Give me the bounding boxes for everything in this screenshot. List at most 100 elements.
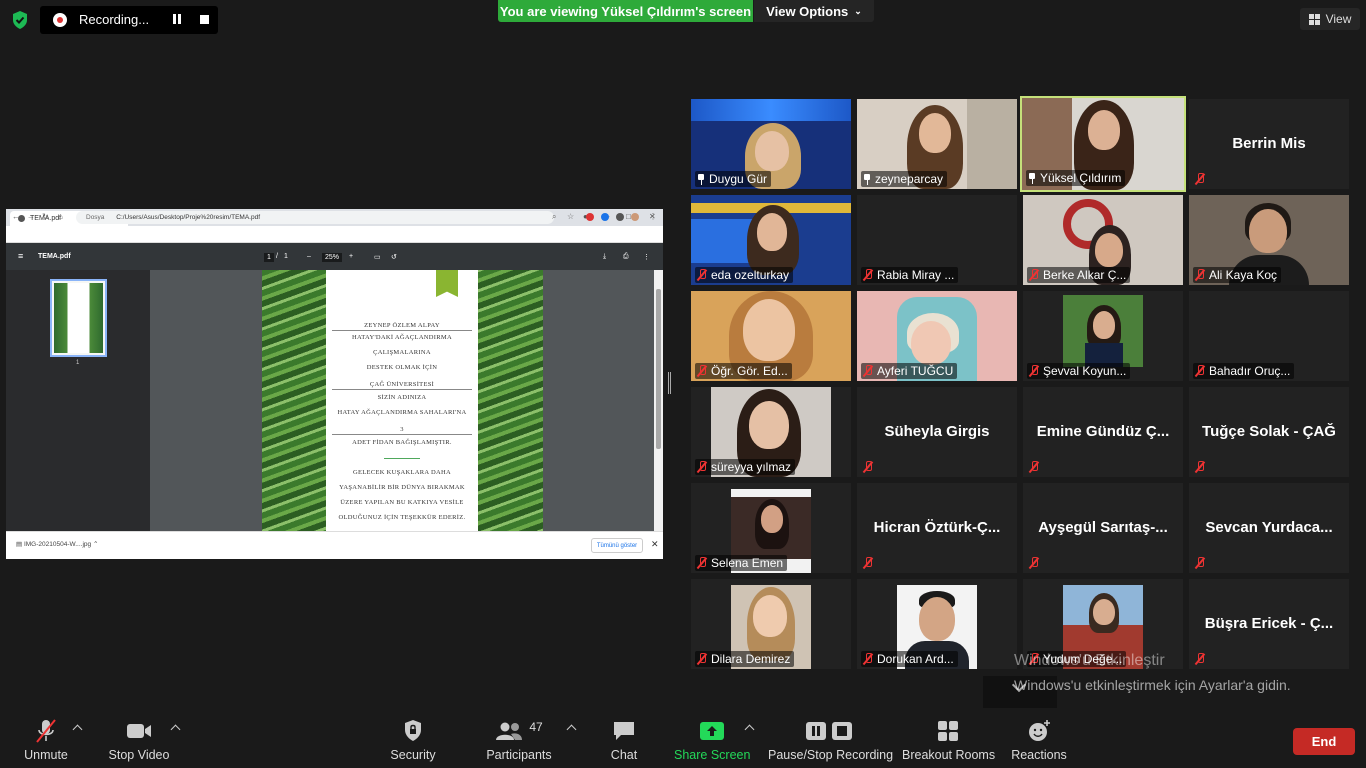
video-feed [911, 321, 951, 365]
pin-icon [1028, 172, 1036, 184]
participant-tile[interactable]: eda ozelturkay [691, 195, 851, 285]
downloaded-file-name: IMG-20210504-W....jpg [23, 541, 92, 548]
participant-tile[interactable]: Tuğçe Solak - ÇAĞ [1189, 387, 1349, 477]
view-options-button[interactable]: View Options ⌄ [754, 0, 874, 22]
gallery-grid-icon [1308, 13, 1320, 25]
certificate-line: YAŞANABİLİR BİR DÜNYA BIRAKMAK [339, 484, 465, 491]
share-screen-icon [700, 722, 724, 740]
windows-activation-watermark-title: Windows'u Etkinleştir [1014, 652, 1165, 669]
certificate-line: ÇALIŞMALARINA [373, 349, 431, 356]
participants-options-caret[interactable] [566, 724, 577, 735]
print-icon: ⎙ [623, 253, 629, 260]
downloaded-file: ▤ IMG-20210504-W....jpg ⌃ [16, 540, 98, 548]
share-screen-button[interactable]: Share Screen [674, 718, 750, 762]
participant-tile[interactable]: Şevval Koyun... [1023, 291, 1183, 381]
participant-name: zeyneparcay [875, 172, 944, 186]
participant-name-large: Sevcan Yurdaca... [1205, 519, 1333, 536]
certificate-line: ZEYNEP ÖZLEM ALPAY [364, 322, 440, 329]
participant-tile[interactable]: Rabia Miray ... [857, 195, 1017, 285]
mute-icon [697, 269, 707, 281]
extensions-puzzle-icon [616, 213, 624, 221]
participant-tile[interactable]: Büşra Ericek - Ç... [1189, 579, 1349, 669]
url-text: C:/Users/Asus/Desktop/Proje%20resim/TEMA… [116, 214, 261, 221]
mute-icon [863, 269, 873, 281]
participant-tile[interactable]: Ayferi TUĞCU [857, 291, 1017, 381]
participant-tile[interactable]: Berke Alkar Ç... [1023, 195, 1183, 285]
url-prefix: Dosya [86, 214, 105, 221]
participant-name-tag: Yüksel Çıldırım [1026, 170, 1126, 186]
view-button[interactable]: View [1300, 8, 1360, 30]
participant-tile[interactable]: Öğr. Gör. Ed... [691, 291, 851, 381]
security-shield-icon[interactable] [10, 10, 30, 30]
split-view-resize-handle[interactable] [668, 372, 671, 394]
participants-icon [496, 722, 523, 740]
participant-tile[interactable]: Selena Emen [691, 483, 851, 573]
participant-name: Bahadır Oruç... [1209, 364, 1291, 378]
participant-name-tag [1193, 555, 1209, 571]
mute-icon [1029, 269, 1039, 281]
stop-video-button[interactable]: Stop Video [104, 718, 174, 762]
video-feed [1093, 311, 1115, 339]
participant-name: Rabia Miray ... [877, 268, 955, 282]
shared-screen: TEMA.pdf × + ● – □ ✕ ← → ↻ ⌂ Dosya C:/Us… [6, 209, 663, 559]
participant-name: Duygu Gür [709, 172, 768, 186]
page-current: 1 [264, 253, 274, 262]
participant-tile[interactable]: Duygu Gür [691, 99, 851, 189]
participants-button[interactable]: 47 Participants [483, 718, 555, 762]
chat-button[interactable]: Chat [604, 718, 644, 762]
download-bar [6, 531, 663, 559]
participant-tile[interactable]: Ayşegül Sarıtaş-... [1023, 483, 1183, 573]
certificate-line: OLDUĞUNUZ İÇİN TEŞEKKÜR EDERİZ. [338, 514, 466, 521]
participant-count: 47 [529, 720, 543, 734]
participant-name: Şevval Koyun... [1043, 364, 1127, 378]
participant-tile[interactable]: Sevcan Yurdaca... [1189, 483, 1349, 573]
star-icon: ☆ [567, 212, 575, 221]
participant-tile[interactable]: Bahadır Oruç... [1189, 291, 1349, 381]
participant-name-large: Emine Gündüz Ç... [1036, 423, 1170, 440]
breakout-rooms-icon [938, 721, 958, 741]
participant-tile[interactable]: Emine Gündüz Ç... [1023, 387, 1183, 477]
participant-tile[interactable]: Dilara Demirez [691, 579, 851, 669]
participant-name-tag: Selena Emen [695, 555, 788, 571]
participant-name: Ayferi TUĞCU [877, 364, 954, 378]
participant-name-large: Ayşegül Sarıtaş-... [1038, 519, 1168, 536]
participant-tile-active-speaker[interactable]: Yüksel Çıldırım [1020, 96, 1186, 192]
participant-tile[interactable]: Ali Kaya Koç [1189, 195, 1349, 285]
mute-icon [1029, 365, 1039, 377]
participant-tile[interactable]: Dorukan Ard... [857, 579, 1017, 669]
breakout-rooms-button[interactable]: Breakout Rooms [902, 718, 995, 762]
participant-name-tag: süreyya yılmaz [695, 459, 796, 475]
participant-tile[interactable]: Berrin Mis [1189, 99, 1349, 189]
certificate-line: ÜZERE YAPILAN BU KATKIYA VESİLE [340, 499, 464, 506]
home-icon: ⌂ [58, 212, 63, 221]
mute-icon [863, 461, 873, 473]
pin-icon [863, 173, 871, 185]
video-feed [753, 595, 787, 637]
end-meeting-button[interactable]: End [1293, 728, 1355, 755]
participant-tile[interactable]: Hicran Öztürk-Ç... [857, 483, 1017, 573]
video-feed [919, 597, 955, 641]
participant-name-tag: Öğr. Gör. Ed... [695, 363, 792, 379]
stop-recording-icon[interactable] [200, 15, 209, 24]
participant-name: Berke Alkar Ç... [1043, 268, 1127, 282]
participant-name-tag: Ayferi TUĞCU [861, 363, 958, 379]
mute-icon [697, 461, 707, 473]
unmute-button[interactable]: Unmute [20, 718, 72, 762]
share-screen-label: Share Screen [674, 748, 751, 762]
pause-recording-icon[interactable] [172, 14, 182, 26]
mute-icon [1195, 269, 1205, 281]
mute-icon [697, 557, 707, 569]
mute-icon [1195, 461, 1205, 473]
certificate-line: 3 [400, 426, 404, 433]
pause-stop-recording-button[interactable]: Pause/Stop Recording [768, 718, 893, 762]
participant-tile[interactable]: zeyneparcay [857, 99, 1017, 189]
audio-options-caret[interactable] [72, 724, 83, 735]
search-icon: ⌕ [552, 212, 557, 221]
participant-tile[interactable]: süreyya yılmaz [691, 387, 851, 477]
recording-dot-icon [53, 13, 67, 27]
security-button[interactable]: Security [385, 718, 441, 762]
reactions-button[interactable]: Reactions [1010, 718, 1068, 762]
forward-icon: → [27, 212, 35, 221]
participant-tile[interactable]: Süheyla Girgis [857, 387, 1017, 477]
certificate-line: ADET FİDAN BAĞIŞLAMIŞTIR. [352, 439, 452, 446]
